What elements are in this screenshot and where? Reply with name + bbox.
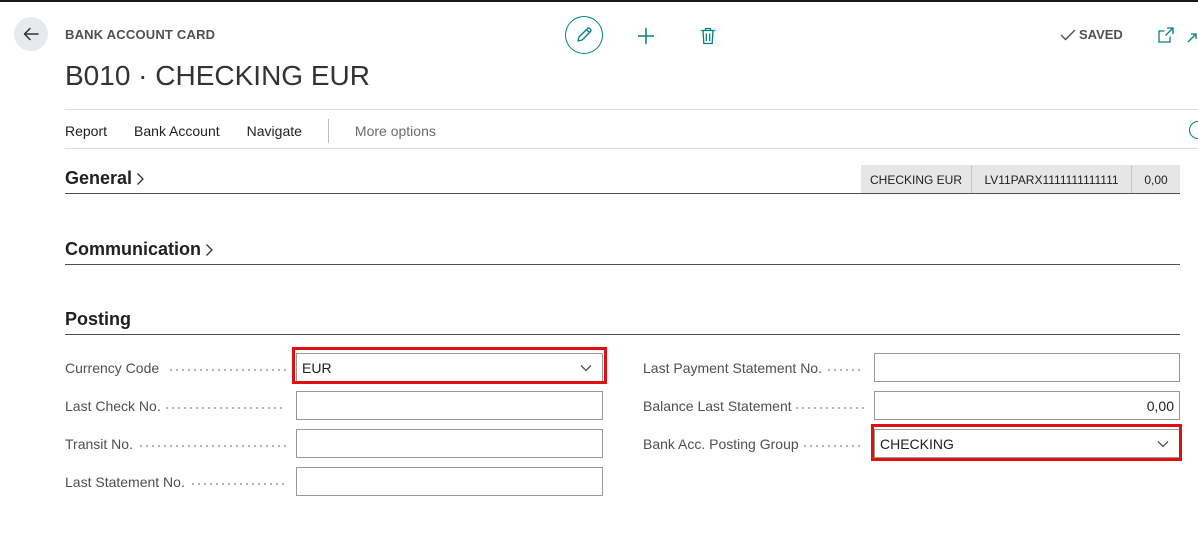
section-communication-underline	[65, 264, 1180, 265]
new-button[interactable]	[634, 24, 658, 48]
bank-acc-posting-group-highlight	[871, 424, 1182, 461]
transit-no-field[interactable]	[296, 429, 603, 458]
summary-balance: 0,00	[1131, 165, 1180, 194]
pencil-icon	[577, 27, 592, 42]
last-payment-statement-no-field[interactable]	[874, 353, 1180, 382]
section-general-title: General	[65, 168, 133, 188]
label-leader	[190, 483, 286, 485]
last-check-no-label: Last Check No.	[65, 398, 161, 414]
bank-acc-posting-group-label: Bank Acc. Posting Group	[643, 436, 799, 452]
label-leader	[164, 407, 286, 409]
general-summary: CHECKING EUR LV11PARX1111111111111 0,00	[861, 165, 1180, 194]
label-leader	[138, 445, 286, 447]
back-button[interactable]	[14, 17, 48, 51]
plus-icon	[638, 28, 654, 44]
balance-last-statement-field[interactable]: 0,00	[874, 391, 1180, 420]
chevron-right-icon	[206, 243, 213, 256]
section-posting-header[interactable]: Posting	[65, 309, 131, 330]
header-divider	[65, 109, 1198, 110]
delete-button[interactable]	[697, 24, 719, 48]
transit-no-label: Transit No.	[65, 436, 133, 452]
currency-code-highlight	[292, 347, 607, 384]
action-divider	[327, 119, 329, 143]
saved-status: SAVED	[1060, 27, 1123, 42]
last-payment-statement-no-label: Last Payment Statement No.	[643, 360, 822, 376]
label-leader	[826, 369, 864, 371]
action-bar: Report Bank Account Navigate More option…	[65, 119, 436, 143]
section-general-underline	[65, 193, 1180, 194]
balance-last-statement-label: Balance Last Statement	[643, 398, 792, 414]
actionbar-divider	[65, 148, 1198, 149]
popout-icon[interactable]	[1157, 26, 1175, 44]
action-report[interactable]: Report	[65, 123, 107, 139]
last-statement-no-field[interactable]	[296, 467, 603, 496]
chevron-right-icon	[137, 172, 144, 185]
page-title: B010 · CHECKING EUR	[65, 60, 370, 91]
summary-iban: LV11PARX1111111111111	[971, 165, 1131, 194]
action-navigate[interactable]: Navigate	[247, 123, 302, 139]
section-communication-title: Communication	[65, 239, 202, 259]
saved-label: SAVED	[1079, 27, 1123, 42]
checkmark-icon	[1060, 29, 1076, 40]
section-posting-underline	[65, 334, 1180, 335]
expand-icon[interactable]	[1186, 32, 1198, 44]
label-leader	[794, 407, 864, 409]
action-more-options[interactable]: More options	[355, 123, 436, 139]
search-icon[interactable]	[1189, 121, 1198, 139]
section-posting-title: Posting	[65, 309, 131, 329]
currency-code-label: Currency Code	[65, 360, 160, 376]
summary-name: CHECKING EUR	[861, 165, 971, 194]
section-general-header[interactable]: General	[65, 168, 145, 189]
balance-last-statement-value: 0,00	[1146, 397, 1174, 414]
top-border	[0, 0, 1198, 2]
last-check-no-field[interactable]	[296, 391, 603, 420]
section-communication-header[interactable]: Communication	[65, 239, 214, 260]
trash-icon	[701, 27, 715, 45]
action-bank-account[interactable]: Bank Account	[134, 123, 220, 139]
breadcrumb: BANK ACCOUNT CARD	[65, 27, 216, 42]
last-statement-no-label: Last Statement No.	[65, 474, 185, 490]
label-leader	[802, 445, 864, 447]
back-arrow-icon	[23, 27, 39, 41]
edit-button[interactable]	[565, 16, 603, 54]
label-leader	[168, 369, 286, 371]
